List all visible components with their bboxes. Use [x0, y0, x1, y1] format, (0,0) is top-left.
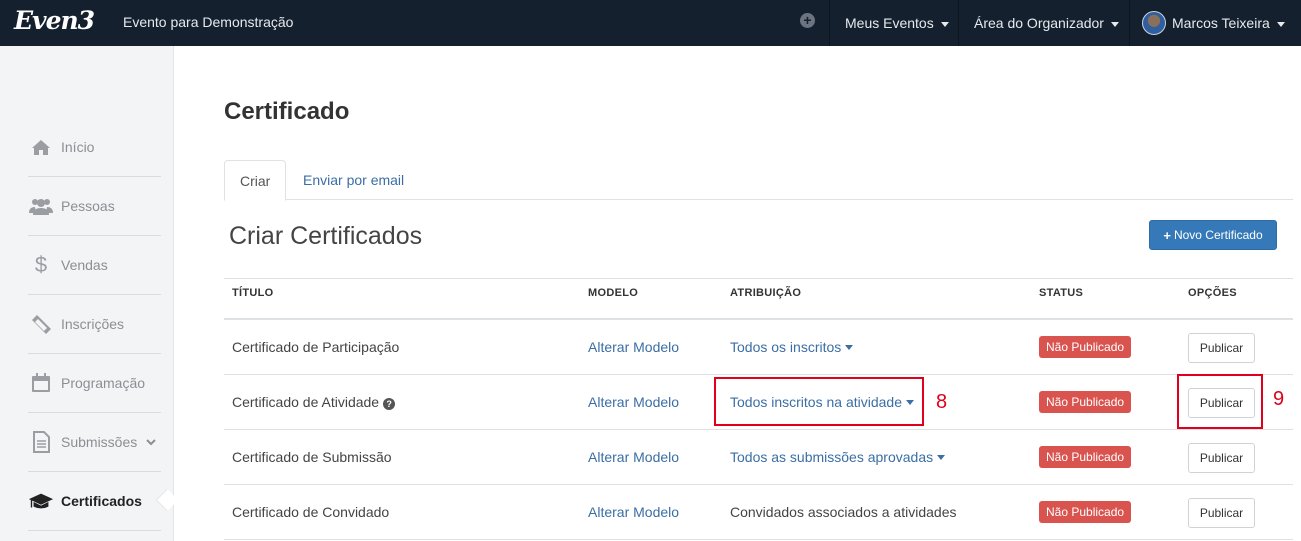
caret-down-icon — [940, 21, 949, 27]
publish-button[interactable]: Publicar — [1188, 333, 1255, 363]
plus-icon: + — [1163, 227, 1171, 243]
col-options: OPÇÕES — [1188, 287, 1237, 299]
new-certificate-button[interactable]: + Novo Certificado — [1149, 220, 1277, 250]
home-icon — [28, 136, 54, 158]
event-name[interactable]: Evento para Demonstração — [123, 14, 293, 30]
col-model: MODELO — [588, 287, 639, 299]
sidebar-item-label: Vendas — [61, 257, 108, 273]
attribution-label: Todos as submissões aprovadas — [730, 449, 934, 465]
page-title: Certificado — [224, 98, 350, 125]
change-model-link[interactable]: Alterar Modelo — [588, 339, 679, 355]
sidebar-item-label: Submissões — [61, 434, 138, 450]
attribution-label: Todos os inscritos — [730, 339, 842, 355]
highlight-box-attribution — [714, 377, 924, 426]
change-model-link[interactable]: Alterar Modelo — [588, 449, 679, 465]
col-title: TÍTULO — [232, 287, 274, 299]
attribution-dropdown[interactable]: Todos as submissões aprovadas — [730, 449, 946, 465]
nav-area-organizador[interactable]: Área do Organizador — [958, 0, 1134, 46]
caret-down-icon — [845, 345, 854, 350]
add-circle-icon[interactable]: + — [800, 13, 815, 28]
sidebar-item-label: Pessoas — [61, 198, 115, 214]
tab-enviar-por-email[interactable]: Enviar por email — [288, 160, 419, 200]
question-circle-icon[interactable]: ? — [383, 398, 396, 410]
sidebar-item-programacao[interactable]: Programação — [28, 354, 161, 413]
col-attribution: ATRIBUIÇÃO — [730, 287, 802, 299]
sidebar-item-inicio[interactable]: Início — [28, 118, 161, 177]
highlight-box-publish — [1177, 374, 1263, 429]
top-navbar: Even3 Evento para Demonstração + Meus Ev… — [0, 0, 1301, 46]
change-model-link[interactable]: Alterar Modelo — [588, 394, 679, 410]
file-icon — [28, 431, 54, 453]
annotation-label-8: 8 — [936, 391, 948, 413]
sidebar-item-inscricoes[interactable]: Inscrições — [28, 295, 161, 354]
nav-meus-eventos-label: Meus Eventos — [845, 15, 934, 31]
caret-down-icon — [1110, 21, 1119, 27]
sidebar-item-label: Início — [61, 139, 95, 155]
col-status: STATUS — [1039, 287, 1084, 299]
avatar — [1142, 11, 1166, 35]
sidebar-item-label: Inscrições — [61, 316, 125, 332]
active-indicator — [155, 488, 179, 512]
tabs: Criar Enviar por email — [224, 160, 1293, 201]
row-title-text: Certificado de Atividade — [232, 394, 380, 410]
table-row: Certificado de Convidado Alterar Modelo … — [224, 485, 1293, 540]
table-header: TÍTULO MODELO ATRIBUIÇÃO STATUS OPÇÕES — [224, 278, 1293, 320]
calendar-icon — [28, 372, 54, 394]
row-title: Certificado de Participação — [232, 339, 400, 355]
graduation-cap-icon — [28, 490, 54, 512]
status-badge: Não Publicado — [1039, 391, 1132, 413]
annotation-label-9: 9 — [1273, 388, 1285, 410]
row-title: Certificado de Submissão — [232, 449, 392, 465]
sidebar-item-label: Programação — [61, 375, 146, 391]
sidebar-item-vendas[interactable]: $ Vendas — [28, 236, 161, 295]
even3-logo[interactable]: Even3 — [14, 6, 95, 35]
new-certificate-label: Novo Certificado — [1173, 228, 1263, 242]
attribution-dropdown[interactable]: Todos os inscritos — [730, 339, 854, 355]
section-title: Criar Certificados — [229, 222, 423, 250]
row-title: Certificado de Convidado — [232, 504, 390, 520]
table-row: Certificado de Participação Alterar Mode… — [224, 320, 1293, 375]
ticket-icon — [28, 313, 54, 335]
caret-down-icon — [1276, 21, 1285, 27]
change-model-link[interactable]: Alterar Modelo — [588, 504, 679, 520]
status-badge: Não Publicado — [1039, 336, 1132, 358]
tab-criar[interactable]: Criar — [224, 160, 287, 201]
nav-meus-eventos[interactable]: Meus Eventos — [829, 0, 964, 46]
nav-user-menu[interactable]: Marcos Teixeira — [1129, 0, 1300, 46]
table-row: Certificado de Submissão Alterar Modelo … — [224, 430, 1293, 485]
caret-down-icon — [937, 455, 946, 460]
status-badge: Não Publicado — [1039, 501, 1132, 523]
sidebar-item-label: Certificados — [61, 493, 142, 509]
publish-button[interactable]: Publicar — [1188, 498, 1255, 528]
publish-button[interactable]: Publicar — [1188, 443, 1255, 473]
nav-area-organizador-label: Área do Organizador — [974, 15, 1104, 31]
sidebar-item-certificados[interactable]: Certificados — [28, 472, 179, 531]
sidebar: Início Pessoas $ Vendas Inscrições Progr… — [0, 46, 179, 541]
sidebar-item-pessoas[interactable]: Pessoas — [28, 177, 161, 236]
status-badge: Não Publicado — [1039, 446, 1132, 468]
user-name: Marcos Teixeira — [1172, 15, 1270, 31]
sidebar-item-submissoes[interactable]: Submissões — [28, 413, 161, 472]
attribution-text: Convidados associados a atividades — [730, 504, 957, 520]
dollar-icon: $ — [34, 252, 48, 277]
row-title: Certificado de Atividade? — [232, 394, 396, 410]
chevron-down-icon — [146, 435, 156, 449]
users-icon — [28, 195, 54, 217]
